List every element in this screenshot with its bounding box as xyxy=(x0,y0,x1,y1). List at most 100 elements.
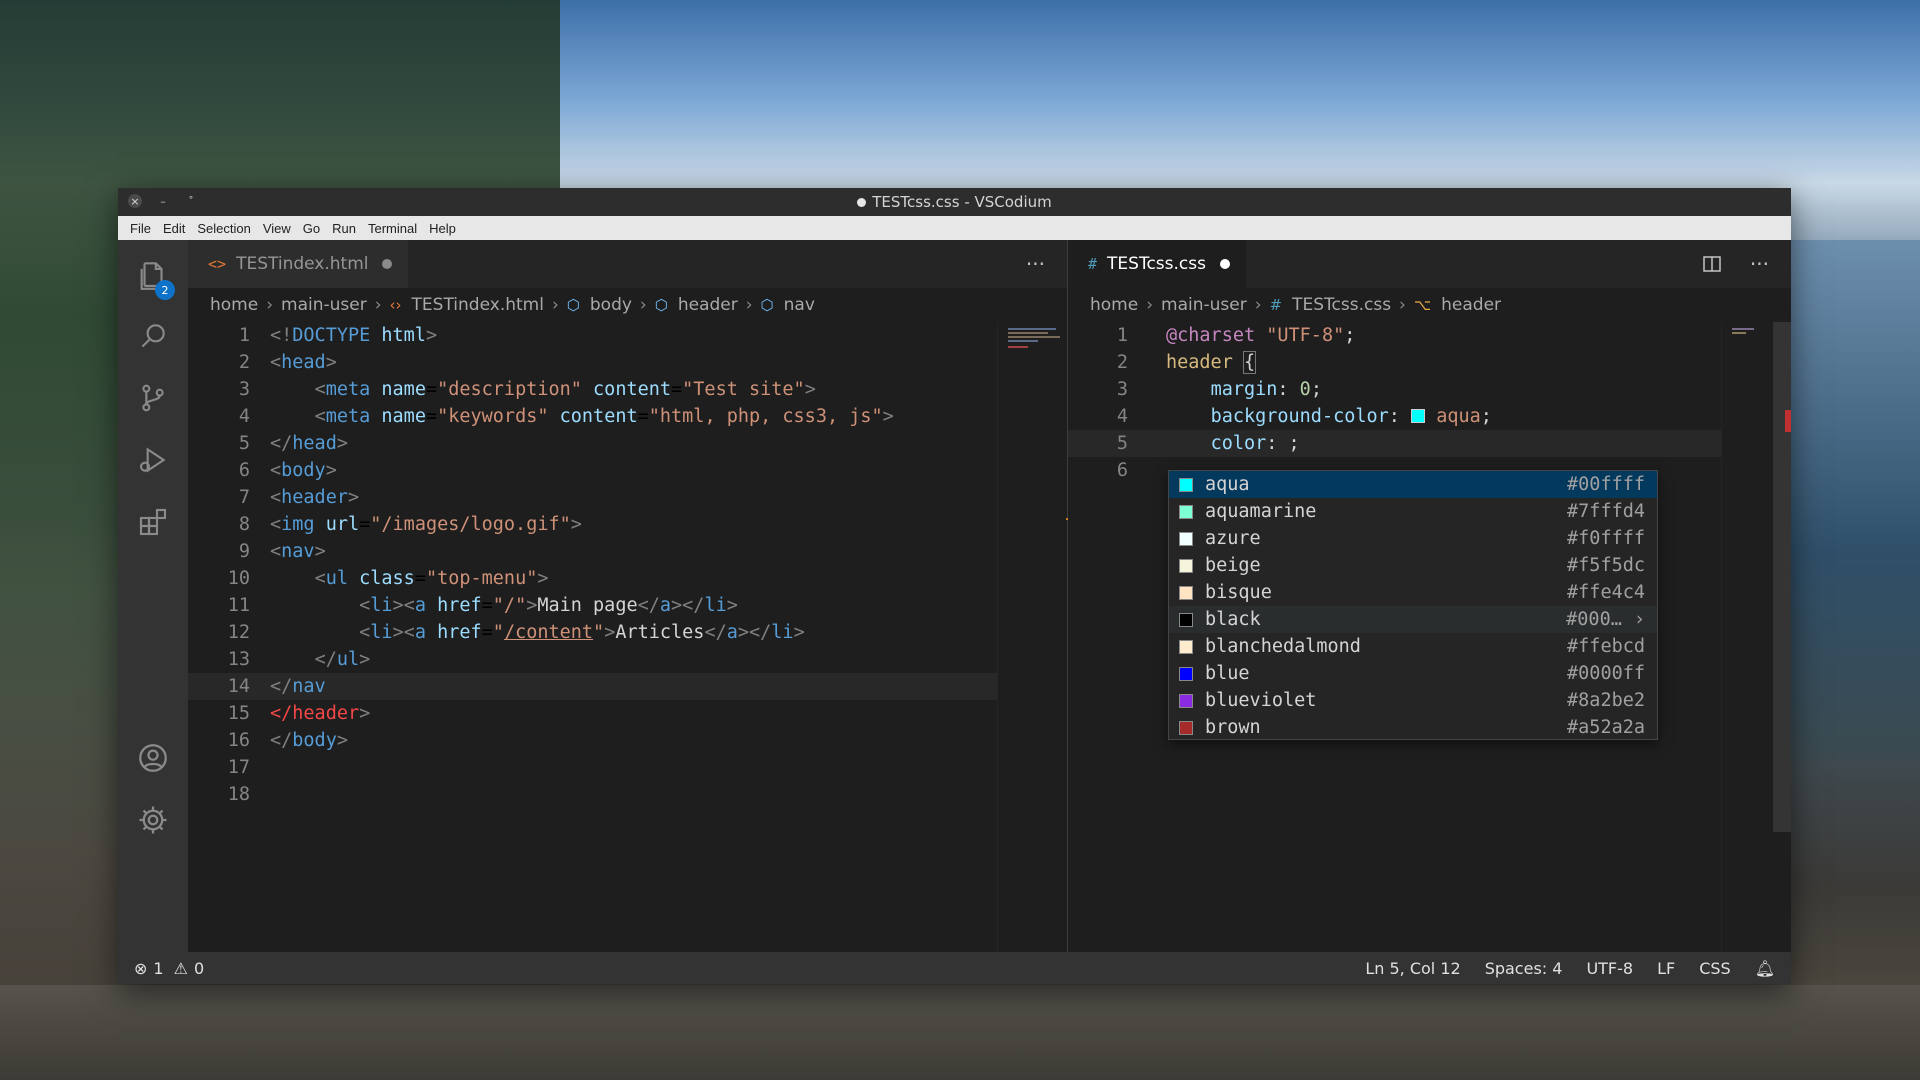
end-of-line[interactable]: LF xyxy=(1657,959,1675,978)
close-window-button[interactable]: × xyxy=(128,194,142,208)
workbench: 2 <> TESTindex.html ··· home › main-user… xyxy=(118,240,1791,952)
run-debug-button[interactable] xyxy=(118,430,188,490)
line-number: 1 xyxy=(1116,325,1128,346)
suggestion-value: #a52a2a xyxy=(1567,717,1645,738)
manage-button[interactable] xyxy=(118,790,188,850)
suggestion-item[interactable]: blueviolet #8a2be2 xyxy=(1169,687,1657,714)
breadcrumb-item[interactable]: header xyxy=(678,295,738,315)
line-number: 14 xyxy=(227,676,250,697)
more-actions-icon[interactable]: ··· xyxy=(1026,252,1045,276)
chevron-right-icon: › xyxy=(374,295,382,315)
color-swatch-icon[interactable] xyxy=(1411,409,1426,423)
breadcrumb-item[interactable]: TESTindex.html xyxy=(412,295,544,315)
tab-testcss-css[interactable]: # TESTcss.css xyxy=(1068,240,1246,288)
code-editor-right[interactable]: 1 @charset "UTF-8"; 2 header { 3 margin: 0… xyxy=(1068,322,1791,952)
breadcrumb-item[interactable]: home xyxy=(210,295,258,315)
minimap-line xyxy=(1008,328,1056,330)
color-swatch-icon xyxy=(1179,477,1193,492)
suggestion-value: #8a2be2 xyxy=(1567,690,1645,711)
suggestion-label: blueviolet xyxy=(1205,690,1317,711)
suggestion-item[interactable]: azure #f0ffff xyxy=(1169,525,1657,552)
language-mode[interactable]: CSS xyxy=(1699,959,1730,978)
suggestion-item[interactable]: brown #a52a2a xyxy=(1169,714,1657,741)
code-line: 4 <meta name="keywords" content="html, p… xyxy=(188,403,1067,430)
account-icon xyxy=(139,744,167,772)
breadcrumb-item[interactable]: nav xyxy=(784,295,815,315)
error-count: 1 xyxy=(153,958,164,978)
breadcrumb-item[interactable]: main-user xyxy=(281,295,367,315)
menu-terminal[interactable]: Terminal xyxy=(362,221,423,236)
activity-bar: 2 xyxy=(118,240,188,952)
minimap-right[interactable] xyxy=(1721,322,1791,952)
minimize-window-button[interactable]: – xyxy=(156,194,170,208)
more-actions-icon[interactable]: ··· xyxy=(1750,252,1769,276)
suggestion-item[interactable]: beige #f5f5dc xyxy=(1169,552,1657,579)
code-text: <li><a href="/">Main page</a></li> xyxy=(359,595,738,616)
code-editor-left[interactable]: 1 <!DOCTYPE html> 2 <head> 3 <meta name="d… xyxy=(188,322,1086,952)
bell-icon[interactable]: 🔔︎ xyxy=(1755,959,1775,978)
breadcrumb-item[interactable]: TESTcss.css xyxy=(1292,295,1391,315)
editor-group-right: # TESTcss.css ··· home › main-user › # T… xyxy=(1068,240,1791,952)
read-more-chevron-icon[interactable]: › xyxy=(1634,606,1645,633)
code-text: <body> xyxy=(270,460,337,481)
color-swatch-icon xyxy=(1179,531,1193,546)
minimap-line xyxy=(1732,332,1746,334)
cursor-position[interactable]: Ln 5, Col 12 xyxy=(1365,959,1460,978)
selector-icon: ⌥ xyxy=(1413,296,1432,314)
tab-label: TESTindex.html xyxy=(236,254,369,274)
breadcrumb-item[interactable]: body xyxy=(590,295,632,315)
suggestion-item[interactable]: blue #0000ff xyxy=(1169,660,1657,687)
menu-selection[interactable]: Selection xyxy=(191,221,256,236)
chevron-right-icon: › xyxy=(266,295,274,315)
code-line: 9 <nav> xyxy=(188,538,1067,565)
wallpaper-rocks xyxy=(0,985,1920,1080)
extensions-button[interactable] xyxy=(118,492,188,552)
overview-ruler-marker xyxy=(1785,410,1791,432)
menu-help[interactable]: Help xyxy=(423,221,462,236)
suggestion-item[interactable]: aquamarine #7fffd4 xyxy=(1169,498,1657,525)
suggestion-value: #00ffff xyxy=(1567,474,1645,495)
wallpaper-lake xyxy=(1780,240,1920,760)
breadcrumb-item[interactable]: home xyxy=(1090,295,1138,315)
suggestion-value: #0000ff xyxy=(1567,663,1645,684)
code-text: <meta name="keywords" content="html, php… xyxy=(314,406,894,427)
accounts-button[interactable] xyxy=(118,728,188,788)
scrollbar-thumb[interactable] xyxy=(1773,322,1791,832)
menu-file[interactable]: File xyxy=(124,221,157,236)
menu-edit[interactable]: Edit xyxy=(157,221,191,236)
warning-count: 0 xyxy=(193,958,205,978)
suggestion-item[interactable]: black #000… › xyxy=(1169,606,1657,633)
color-swatch-icon xyxy=(1179,666,1193,681)
menu-view[interactable]: View xyxy=(257,221,297,236)
menu-run[interactable]: Run xyxy=(326,221,362,236)
search-button[interactable] xyxy=(118,306,188,366)
suggestion-item[interactable]: aqua #00ffff xyxy=(1169,471,1657,498)
problems-indicator[interactable]: ⊗ 1 ⚠ 0 xyxy=(134,959,204,978)
suggestion-label: aquamarine xyxy=(1205,501,1317,522)
source-control-button[interactable] xyxy=(118,368,188,428)
code-text: <meta name="description" content="Test s… xyxy=(314,379,816,400)
menu-go[interactable]: Go xyxy=(297,221,326,236)
suggestion-item[interactable]: bisque #ffe4c4 xyxy=(1169,579,1657,606)
indentation[interactable]: Spaces: 4 xyxy=(1485,959,1563,978)
suggestion-item[interactable]: blanchedalmond #ffebcd xyxy=(1169,633,1657,660)
explorer-button[interactable]: 2 xyxy=(118,246,188,306)
encoding[interactable]: UTF-8 xyxy=(1586,959,1633,978)
code-line: 10 <ul class="top-menu"> xyxy=(188,565,1067,592)
chevron-right-icon: › xyxy=(745,295,753,315)
chevron-right-icon: › xyxy=(1254,295,1262,315)
suggestion-label: aqua xyxy=(1205,474,1250,495)
suggestion-label: black xyxy=(1205,609,1261,630)
tab-testindex-html[interactable]: <> TESTindex.html xyxy=(188,240,409,288)
code-line: 11 <li><a href="/">Main page</a></li> xyxy=(188,592,1067,619)
maximize-window-button[interactable]: ˚ xyxy=(184,194,198,208)
minimap-left[interactable] xyxy=(997,322,1086,952)
code-line: 6 <body> xyxy=(188,457,1067,484)
unsaved-indicator-icon xyxy=(857,197,867,207)
breadcrumb-item[interactable]: header xyxy=(1441,295,1501,315)
code-line: 5 </head> xyxy=(188,430,1067,457)
breadcrumb-item[interactable]: main-user xyxy=(1161,295,1247,315)
html-file-icon: ‹› xyxy=(389,296,402,314)
split-editor-icon[interactable] xyxy=(1702,254,1722,274)
gear-icon xyxy=(139,806,167,834)
